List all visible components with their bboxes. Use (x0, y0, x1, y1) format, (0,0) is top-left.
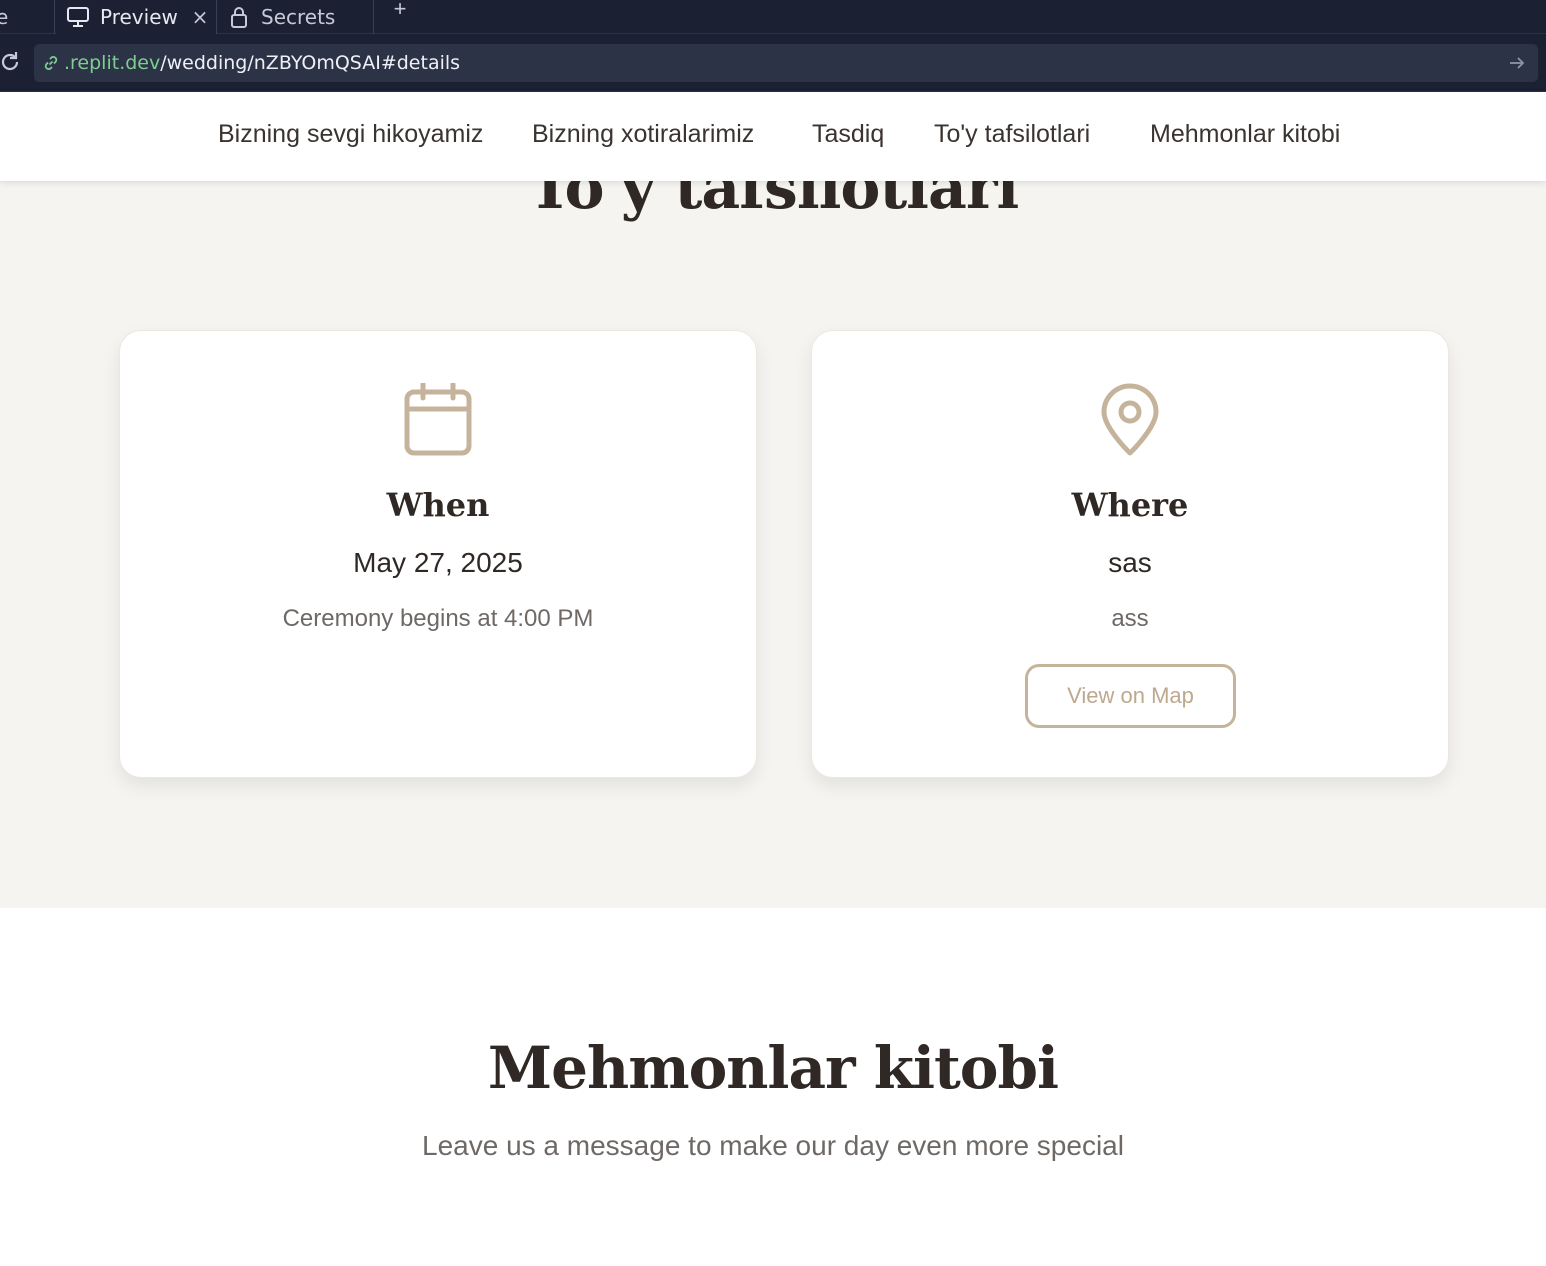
address-bar-row: .replit.dev/wedding/nZBYOmQSAI#details (0, 34, 1546, 92)
nav-item-guestbook[interactable]: Mehmonlar kitobi (1150, 120, 1340, 149)
tab-partial-label: e (0, 5, 9, 29)
url-path: /wedding/nZBYOmQSAI#details (160, 52, 461, 74)
link-icon (40, 52, 62, 74)
browser-tab-bar: e Preview × Secrets + (0, 0, 1546, 34)
view-on-map-button[interactable]: View on Map (1025, 664, 1236, 728)
url-input[interactable]: .replit.dev/wedding/nZBYOmQSAI#details (34, 44, 1538, 82)
nav-item-details[interactable]: To'y tafsilotlari (934, 120, 1090, 149)
nav-item-memories[interactable]: Bizning xotiralarimiz (532, 120, 754, 149)
nav-item-love-story[interactable]: Bizning sevgi hikoyamiz (218, 120, 483, 149)
wedding-details-section: To'y tafsilotlari When May 27, 2025 Cere… (0, 181, 1546, 908)
where-heading: Where (1071, 486, 1189, 524)
when-card: When May 27, 2025 Ceremony begins at 4:0… (119, 330, 757, 778)
reload-icon[interactable] (0, 50, 22, 74)
venue-name: sas (1108, 547, 1152, 578)
site-navigation: Bizning sevgi hikoyamiz Bizning xotirala… (0, 92, 1546, 181)
wedding-date: May 27, 2025 (353, 547, 523, 578)
tab-partial[interactable]: e (0, 0, 52, 34)
lock-icon (229, 5, 249, 29)
tab-divider (54, 0, 55, 34)
tab-secrets-label: Secrets (261, 5, 336, 29)
where-card: Where sas ass View on Map (811, 330, 1449, 778)
venue-address: ass (1111, 605, 1149, 632)
tab-preview-label: Preview (100, 5, 178, 29)
monitor-icon (66, 5, 90, 29)
tab-secrets[interactable]: Secrets (217, 0, 373, 34)
guestbook-title: Mehmonlar kitobi (487, 1034, 1059, 1102)
calendar-icon (404, 381, 472, 462)
new-tab-plus-icon[interactable]: + (388, 0, 412, 20)
tab-divider (373, 0, 374, 34)
url-domain: .replit.dev (64, 52, 161, 74)
guestbook-section: Mehmonlar kitobi Leave us a message to m… (0, 908, 1546, 1266)
ceremony-time: Ceremony begins at 4:00 PM (282, 605, 594, 632)
tab-preview[interactable]: Preview × (56, 0, 216, 34)
section-title: To'y tafsilotlari (527, 181, 1019, 223)
arrow-right-icon[interactable] (1506, 52, 1528, 74)
when-heading: When (386, 486, 490, 524)
close-icon[interactable]: × (190, 5, 210, 29)
guestbook-subtitle: Leave us a message to make our day even … (422, 1130, 1124, 1161)
map-pin-icon (1100, 383, 1160, 462)
nav-item-rsvp[interactable]: Tasdiq (812, 120, 884, 149)
